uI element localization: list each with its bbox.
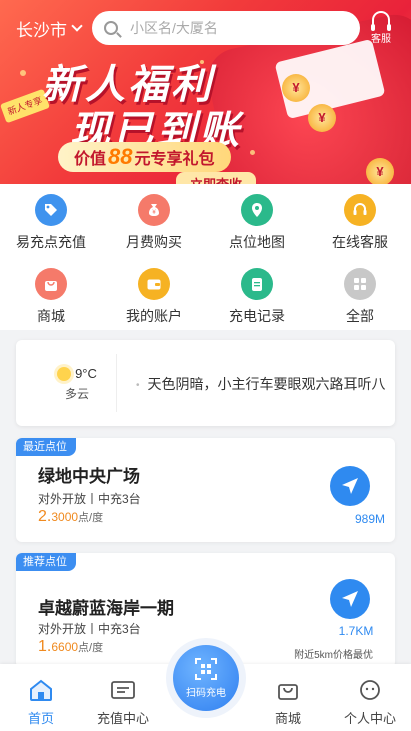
banner-claim-button[interactable]: 立即查收 — [176, 172, 257, 184]
coin-icon: ¥ — [366, 158, 394, 184]
station-distance: 1.7KM — [338, 624, 374, 638]
menu-label: 月费购买 — [126, 234, 182, 250]
scan-to-charge-button[interactable]: 扫码充电 — [166, 638, 246, 718]
weather-summary: 9°C 多云 — [44, 366, 110, 402]
menu-item-account[interactable]: 我的账户 — [103, 268, 205, 326]
top-bar: 长沙市 小区名/大厦名 客服 — [0, 0, 411, 56]
headset-icon — [344, 194, 376, 226]
weather-temperature-row: 9°C — [44, 366, 110, 381]
user-face-icon — [357, 678, 383, 702]
customer-service-button[interactable]: 客服 — [361, 11, 401, 45]
menu-item-charge-records[interactable]: 充电记录 — [206, 268, 308, 326]
shopping-bag-icon — [35, 268, 67, 300]
qr-scan-icon — [195, 657, 217, 680]
price-decimal: 6600 — [51, 640, 79, 654]
sparkle-decoration — [250, 150, 255, 155]
tab-label: 商城 — [274, 711, 301, 726]
menu-label: 点位地图 — [229, 234, 285, 250]
menu-item-map[interactable]: 点位地图 — [206, 194, 308, 252]
pill-suffix: 元专享礼包 — [134, 151, 215, 168]
station-price: 2.3000点/度 — [38, 508, 103, 526]
clipboard-icon — [241, 268, 273, 300]
navigation-arrow-icon — [342, 591, 358, 607]
coin-icon: ¥ — [282, 74, 310, 102]
city-selector[interactable]: 长沙市 — [16, 16, 90, 41]
chevron-down-icon — [71, 20, 83, 32]
grid-icon — [344, 268, 376, 300]
tag-icon — [35, 194, 67, 226]
navigate-button[interactable] — [330, 466, 370, 506]
city-name: 长沙市 — [16, 20, 67, 40]
map-pin-icon — [241, 194, 273, 226]
menu-item-all[interactable]: 全部 — [309, 268, 411, 326]
search-input[interactable]: 小区名/大厦名 — [92, 11, 360, 45]
tab-mall[interactable]: 商城 — [247, 664, 329, 731]
tab-label: 充值中心 — [96, 711, 149, 726]
menu-label: 商城 — [37, 308, 65, 324]
search-placeholder: 小区名/大厦名 — [130, 20, 218, 36]
scan-button-face: 扫码充电 — [173, 645, 239, 711]
shopping-bag-icon — [275, 678, 301, 702]
weather-card[interactable]: 9°C 多云 天色阴暗，小主行车要眼观六路耳听八方 — [16, 340, 395, 426]
tab-label: 个人中心 — [343, 711, 396, 726]
menu-label: 全部 — [346, 308, 374, 324]
menu-item-online-service[interactable]: 在线客服 — [309, 194, 411, 252]
money-bag-icon: ¥ — [138, 194, 170, 226]
station-card-nearest[interactable]: 最近点位 绿地中央广场 对外开放丨中充3台 2.3000点/度 989M — [16, 438, 395, 542]
price-decimal: 3000 — [51, 510, 79, 524]
station-tag: 推荐点位 — [16, 553, 76, 571]
weather-condition: 多云 — [64, 387, 89, 401]
navigation-arrow-icon — [342, 478, 358, 494]
weather-notice: 天色阴暗，小主行车要眼观六路耳听八方 — [136, 374, 386, 394]
tab-label: 首页 — [27, 711, 54, 726]
tab-recharge-center[interactable]: 充值中心 — [82, 664, 164, 731]
menu-label: 充电记录 — [229, 308, 285, 324]
station-distance: 989M — [354, 512, 386, 526]
wallet-icon — [138, 268, 170, 300]
scan-label: 扫码充电 — [186, 687, 226, 699]
menu-item-recharge[interactable]: 易充点充值 — [0, 194, 102, 252]
station-best-price-hint: 附近5km价格最优 — [294, 650, 373, 661]
menu-label: 在线客服 — [332, 234, 388, 250]
price-unit: 点/度 — [78, 512, 104, 524]
divider — [116, 354, 117, 412]
pill-amount: 88 — [108, 144, 133, 169]
partly-cloudy-icon — [57, 366, 72, 381]
menu-item-mall[interactable]: 商城 — [0, 268, 102, 326]
menu-item-monthly[interactable]: ¥ 月费购买 — [103, 194, 205, 252]
station-tag: 最近点位 — [16, 438, 76, 456]
station-meta: 对外开放丨中充3台 — [38, 492, 141, 506]
recharge-card-icon — [110, 678, 136, 702]
function-menu: 易充点充值 ¥ 月费购买 点位地图 在线客服 商城 我的账户 充电记录 全部 — [0, 184, 411, 330]
home-icon — [28, 678, 54, 702]
weather-temperature: 9°C — [75, 366, 97, 381]
navigate-button[interactable] — [330, 579, 370, 619]
coin-icon: ¥ — [308, 104, 336, 132]
tab-home[interactable]: 首页 — [0, 664, 82, 731]
price-integer: 2. — [38, 508, 52, 525]
station-name: 绿地中央广场 — [38, 467, 140, 486]
station-price: 1.6600点/度 — [38, 638, 103, 656]
banner-value-pill: 价值 88 元专享礼包 — [58, 142, 231, 172]
search-icon — [104, 21, 118, 35]
station-meta: 对外开放丨中充3台 — [38, 622, 141, 636]
price-integer: 1. — [38, 638, 52, 655]
pill-prefix: 价值 — [74, 151, 107, 168]
headset-icon — [371, 11, 391, 31]
station-name: 卓越蔚蓝海岸一期 — [38, 599, 174, 618]
menu-label: 易充点充值 — [16, 234, 86, 250]
sparkle-decoration — [20, 70, 26, 76]
tab-profile[interactable]: 个人中心 — [329, 664, 411, 731]
price-unit: 点/度 — [78, 642, 104, 654]
menu-label: 我的账户 — [126, 308, 182, 324]
customer-service-label: 客服 — [371, 34, 391, 45]
